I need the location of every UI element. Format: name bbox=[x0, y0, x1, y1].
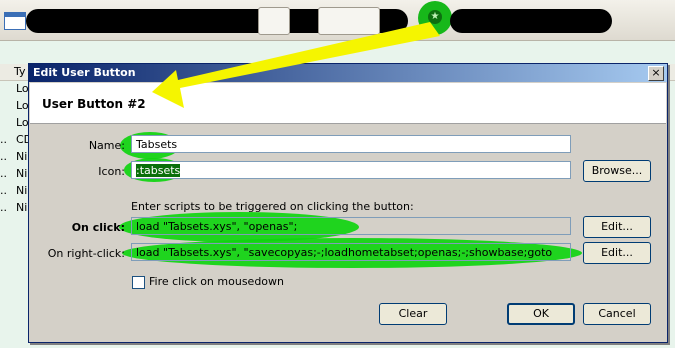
arrow-shape bbox=[152, 22, 440, 108]
yellow-arrow bbox=[152, 22, 440, 108]
